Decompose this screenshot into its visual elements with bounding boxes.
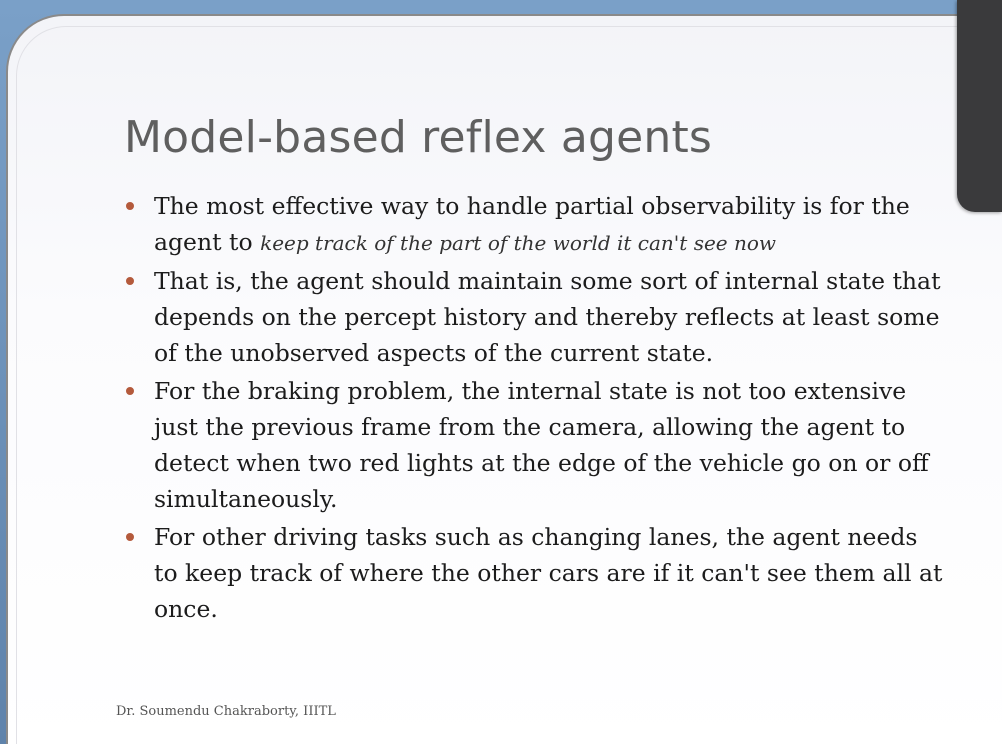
slide-title: Model-based reflex agents [124, 112, 713, 163]
bullet-item: For the braking problem, the internal st… [124, 373, 944, 517]
bullet-text: For the braking problem, the internal st… [154, 377, 929, 513]
bullet-emphasis: keep track of the part of the world it c… [260, 231, 777, 255]
slide-footer: Dr. Soumendu Chakraborty, IIITL [116, 704, 336, 719]
bullet-icon [126, 277, 134, 285]
bullet-item: That is, the agent should maintain some … [124, 263, 944, 371]
side-panel[interactable] [957, 0, 1002, 212]
presentation-viewer: Model-based reflex agents The most effec… [0, 0, 1002, 744]
bullet-text: That is, the agent should maintain some … [154, 267, 941, 367]
bullet-icon [126, 202, 134, 210]
bullet-text: For other driving tasks such as changing… [154, 523, 943, 623]
bullet-icon [126, 533, 134, 541]
bullet-list: The most effective way to handle partial… [124, 188, 944, 629]
bullet-item: For other driving tasks such as changing… [124, 519, 944, 627]
slide: Model-based reflex agents The most effec… [6, 14, 1002, 744]
bullet-icon [126, 387, 134, 395]
bullet-item: The most effective way to handle partial… [124, 188, 944, 261]
